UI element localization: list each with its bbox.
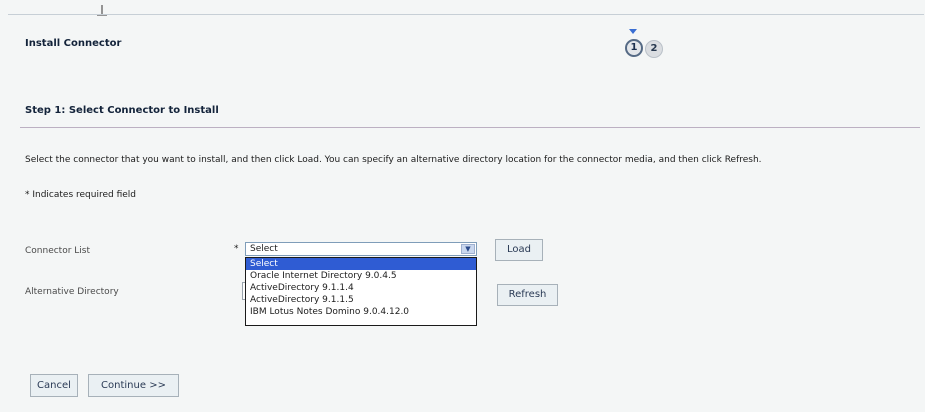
connector-list-dropdown[interactable]: Select Oracle Internet Directory 9.0.4.5… [245, 257, 477, 326]
continue-button[interactable]: Continue >> [88, 374, 179, 397]
connector-list-select[interactable]: Select ▼ [245, 242, 477, 256]
step-divider [20, 127, 920, 128]
connector-option[interactable]: Oracle Internet Directory 9.0.4.5 [246, 270, 476, 282]
cancel-button[interactable]: Cancel [30, 374, 78, 397]
mouse-cursor-icon [97, 5, 107, 16]
required-marker: * [234, 244, 239, 254]
connector-select-value: Select [250, 244, 278, 254]
connector-option[interactable]: Select [246, 258, 476, 270]
alternative-directory-label: Alternative Directory [25, 287, 119, 297]
instructions-text: Select the connector that you want to in… [25, 155, 762, 165]
connector-list-label: Connector List [25, 246, 91, 256]
connector-option[interactable]: ActiveDirectory 9.1.1.4 [246, 282, 476, 294]
required-field-note: * Indicates required field [25, 190, 137, 200]
connector-option[interactable]: IBM Lotus Notes Domino 9.0.4.12.0 [246, 306, 476, 318]
chevron-down-icon[interactable]: ▼ [461, 244, 475, 254]
step-heading: Step 1: Select Connector to Install [25, 105, 219, 116]
header-divider [8, 14, 924, 15]
train-step-2[interactable]: 2 [645, 40, 663, 58]
connector-option[interactable]: ActiveDirectory 9.1.1.5 [246, 294, 476, 306]
train-step-1[interactable]: 1 [625, 39, 643, 57]
current-step-marker-icon [629, 29, 637, 34]
refresh-button[interactable]: Refresh [497, 284, 558, 306]
page-title: Install Connector [25, 38, 122, 49]
load-button[interactable]: Load [495, 239, 543, 261]
